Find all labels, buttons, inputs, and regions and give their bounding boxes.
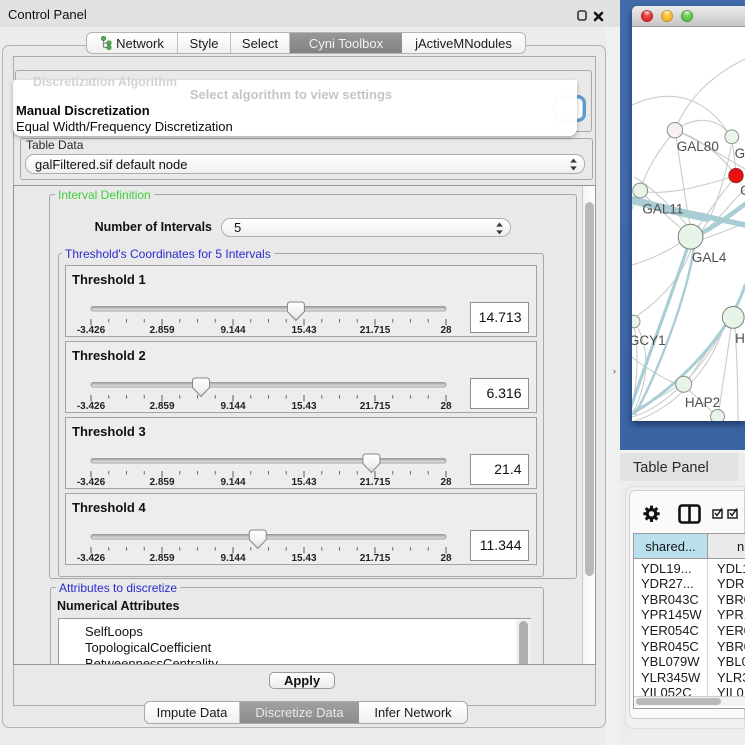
svg-text:GAL11: GAL11 (642, 201, 683, 216)
svg-text:GAL4: GAL4 (692, 250, 727, 265)
svg-text:G.: G. (735, 146, 745, 161)
svg-text:H: H (735, 331, 745, 346)
svg-text:HAP2: HAP2 (685, 395, 720, 410)
svg-text:C: C (740, 183, 745, 198)
svg-text:GCY1: GCY1 (632, 333, 666, 348)
svg-text:GAL80: GAL80 (677, 139, 719, 154)
